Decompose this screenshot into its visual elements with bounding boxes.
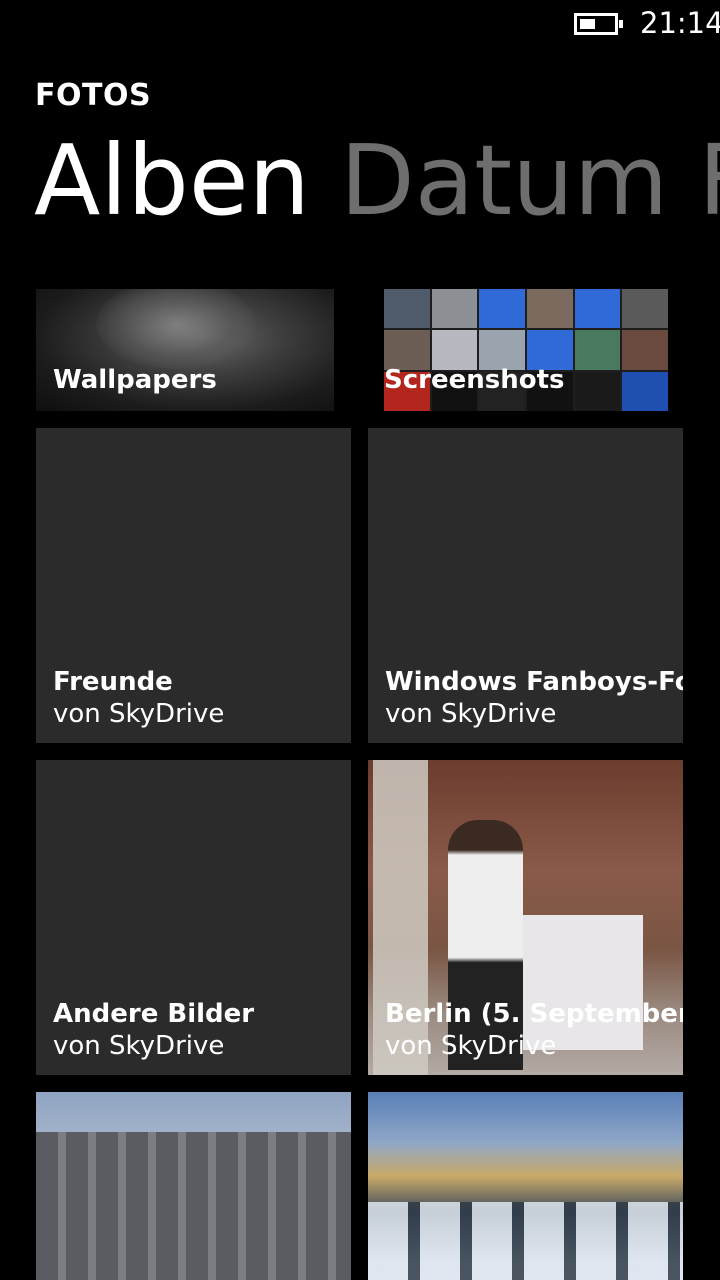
clock: 21:14 [640, 6, 720, 40]
album-title: Freunde [53, 667, 173, 697]
album-source: von SkyDrive [53, 1031, 225, 1061]
battery-level [580, 19, 595, 29]
album-tile-screenshots[interactable]: Screenshots [384, 289, 668, 411]
album-tile-andere-bilder[interactable]: Andere Bilder von SkyDrive [36, 760, 351, 1075]
album-source: von SkyDrive [53, 699, 225, 729]
album-tile-wallpapers[interactable]: Wallpapers [36, 289, 334, 411]
album-title: Screenshots [384, 365, 565, 395]
pivot-item-next[interactable]: F [698, 124, 720, 237]
album-cover-photo [36, 1132, 351, 1280]
album-source: von SkyDrive [385, 699, 557, 729]
album-title: Windows Fanboys-Fot [385, 667, 683, 697]
pivot-item-alben[interactable]: Alben [34, 124, 310, 237]
app-title: FOTOS [35, 78, 152, 113]
album-cover-banner [508, 915, 643, 1050]
pivot-header: Alben Datum F [34, 124, 720, 237]
pivot-item-datum[interactable]: Datum [340, 124, 668, 237]
album-title: Andere Bilder [53, 999, 255, 1029]
album-title: Wallpapers [53, 365, 217, 395]
album-tile-berlin[interactable]: Berlin (5. September 2 von SkyDrive [368, 760, 683, 1075]
album-title: Berlin (5. September 2 [385, 999, 683, 1029]
album-tile-windows-fanboys[interactable]: Windows Fanboys-Fot von SkyDrive [368, 428, 683, 743]
album-source: von SkyDrive [385, 1031, 557, 1061]
album-tile-snow[interactable] [368, 1092, 683, 1280]
battery-icon [574, 13, 623, 35]
album-cover-photo [368, 1202, 683, 1280]
status-bar: 21:14 [0, 0, 720, 48]
album-tile-palace[interactable] [36, 1092, 351, 1280]
album-tile-freunde[interactable]: Freunde von SkyDrive [36, 428, 351, 743]
photos-hub: 21:14 FOTOS Alben Datum F Wallpapers [0, 0, 720, 1280]
